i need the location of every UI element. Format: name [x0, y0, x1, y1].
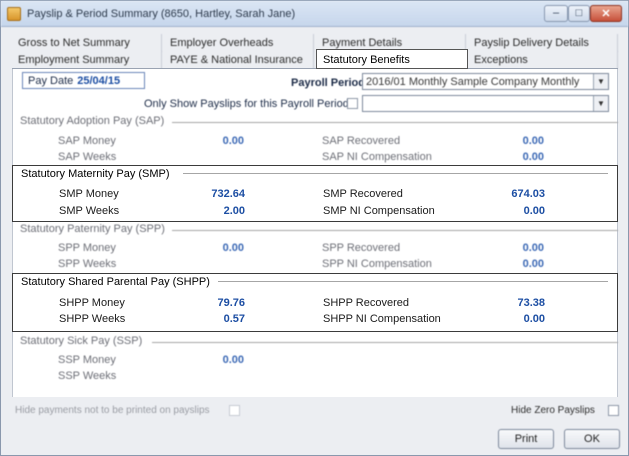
shpp-money-value: 79.76	[217, 297, 245, 309]
ok-button[interactable]: OK	[564, 429, 620, 449]
smp-weeks-label: SMP Weeks	[59, 205, 120, 217]
spp-ni-label: SPP NI Compensation	[322, 258, 432, 270]
sap-weeks-label: SAP Weeks	[58, 151, 117, 163]
spp-section: Statutory Paternity Pay (SPP) SPP Money …	[12, 223, 618, 273]
shpp-ni-value: 0.00	[523, 313, 545, 325]
smp-ni-value: 0.00	[523, 205, 545, 217]
pay-date-value: 25/04/15	[77, 75, 121, 87]
pay-date-field[interactable]: Pay Date 25/04/15	[22, 72, 145, 89]
minimize-button[interactable]: –	[544, 5, 568, 22]
sap-money-label: SAP Money	[58, 135, 116, 147]
maximize-icon: □	[575, 7, 583, 19]
window-title: Payslip & Period Summary (8650, Hartley,…	[27, 8, 296, 20]
maximize-button[interactable]: □	[568, 5, 590, 22]
ssp-weeks-label: SSP Weeks	[58, 370, 117, 382]
ssp-money-value: 0.00	[222, 354, 244, 366]
smp-title: Statutory Maternity Pay (SMP)	[21, 168, 174, 180]
payroll-period-value: 2016/01 Monthly Sample Company Monthly	[366, 76, 580, 88]
shpp-title: Statutory Shared Parental Pay (SHPP)	[21, 276, 214, 288]
smp-money-value: 732.64	[211, 188, 245, 200]
ssp-section: Statutory Sick Pay (SSP) SSP Money 0.00 …	[12, 335, 618, 385]
payroll-period-label: Payroll Period	[291, 77, 365, 89]
smp-ni-label: SMP NI Compensation	[323, 205, 435, 217]
close-button[interactable]: ✕	[590, 5, 622, 22]
sap-section: Statutory Adoption Pay (SAP) SAP Money 0…	[12, 115, 618, 165]
close-icon: ✕	[601, 8, 611, 20]
smp-divider	[183, 173, 608, 174]
sap-title: Statutory Adoption Pay (SAP)	[20, 115, 169, 127]
tab-exceptions[interactable]: Exceptions	[468, 51, 618, 69]
spp-title: Statutory Paternity Pay (SPP)	[20, 223, 169, 235]
shpp-money-label: SHPP Money	[59, 297, 125, 309]
shpp-weeks-value: 0.57	[223, 313, 245, 325]
only-show-payslips-label: Only Show Payslips for this Payroll Peri…	[144, 98, 349, 110]
chevron-down-icon: ▼	[593, 74, 608, 89]
shpp-weeks-label: SHPP Weeks	[59, 313, 126, 325]
smp-section: Statutory Maternity Pay (SMP) SMP Money …	[12, 165, 618, 222]
title-bar: Payslip & Period Summary (8650, Hartley,…	[1, 1, 628, 27]
tab-paye-national-insurance[interactable]: PAYE & National Insurance	[164, 51, 314, 69]
only-show-period-select[interactable]: ▼	[362, 95, 609, 112]
smp-recovered-value: 674.03	[511, 188, 545, 200]
chevron-down-icon: ▼	[593, 96, 608, 111]
ssp-title: Statutory Sick Pay (SSP)	[20, 335, 147, 347]
tab-gross-to-net-summary[interactable]: Gross to Net Summary	[12, 34, 162, 52]
sap-ni-label: SAP NI Compensation	[322, 151, 432, 163]
spp-money-value: 0.00	[222, 242, 244, 254]
sap-divider	[172, 122, 618, 123]
hide-not-printed-label: Hide payments not to be printed on paysl…	[15, 405, 210, 416]
spp-weeks-label: SPP Weeks	[58, 258, 117, 270]
shpp-recovered-value: 73.38	[517, 297, 545, 309]
sap-money-value: 0.00	[222, 135, 244, 147]
minimize-icon: –	[552, 7, 560, 19]
app-icon	[7, 7, 21, 21]
smp-money-label: SMP Money	[59, 188, 119, 200]
shpp-divider	[218, 281, 608, 282]
smp-weeks-value: 2.00	[223, 205, 245, 217]
tab-employer-overheads[interactable]: Employer Overheads	[164, 34, 314, 52]
shpp-recovered-label: SHPP Recovered	[323, 297, 410, 309]
sap-recovered-label: SAP Recovered	[322, 135, 401, 147]
payroll-period-select[interactable]: 2016/01 Monthly Sample Company Monthly ▼	[362, 73, 609, 90]
spp-ni-value: 0.00	[522, 258, 544, 270]
shpp-section: Statutory Shared Parental Pay (SHPP) SHP…	[12, 273, 618, 332]
tab-employment-summary[interactable]: Employment Summary	[12, 51, 162, 69]
ssp-money-label: SSP Money	[58, 354, 116, 366]
shpp-ni-label: SHPP NI Compensation	[323, 313, 441, 325]
sap-recovered-value: 0.00	[522, 135, 544, 147]
only-show-payslips-checkbox[interactable]	[347, 98, 358, 109]
spp-money-label: SPP Money	[58, 242, 116, 254]
sap-ni-value: 0.00	[522, 151, 544, 163]
print-button[interactable]: Print	[498, 429, 554, 449]
spp-divider	[172, 230, 618, 231]
spp-recovered-value: 0.00	[522, 242, 544, 254]
tab-statutory-benefits[interactable]: Statutory Benefits	[316, 49, 468, 69]
pay-date-label: Pay Date	[28, 75, 74, 87]
hide-not-printed-checkbox[interactable]	[229, 405, 240, 416]
ssp-divider	[152, 342, 618, 343]
payslip-period-summary-window: Payslip & Period Summary (8650, Hartley,…	[0, 0, 629, 456]
spp-recovered-label: SPP Recovered	[322, 242, 401, 254]
tab-payslip-delivery-details[interactable]: Payslip Delivery Details	[468, 34, 618, 52]
smp-recovered-label: SMP Recovered	[323, 188, 403, 200]
hide-zero-payslips-checkbox[interactable]	[608, 405, 619, 416]
hide-zero-payslips-label: Hide Zero Payslips	[511, 405, 595, 416]
